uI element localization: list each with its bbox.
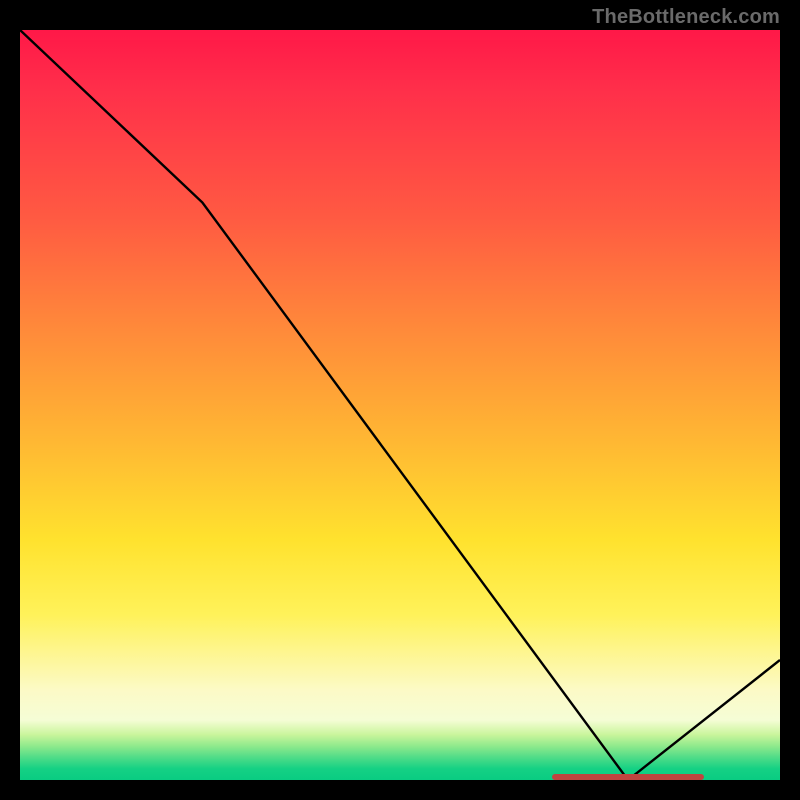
watermark-text: TheBottleneck.com xyxy=(592,6,780,29)
highlight-band xyxy=(552,774,704,780)
plot-inner xyxy=(20,30,780,780)
curve-path xyxy=(20,30,780,780)
chart-frame: TheBottleneck.com xyxy=(0,0,800,800)
plot-area xyxy=(20,30,780,780)
line-series xyxy=(20,30,780,780)
